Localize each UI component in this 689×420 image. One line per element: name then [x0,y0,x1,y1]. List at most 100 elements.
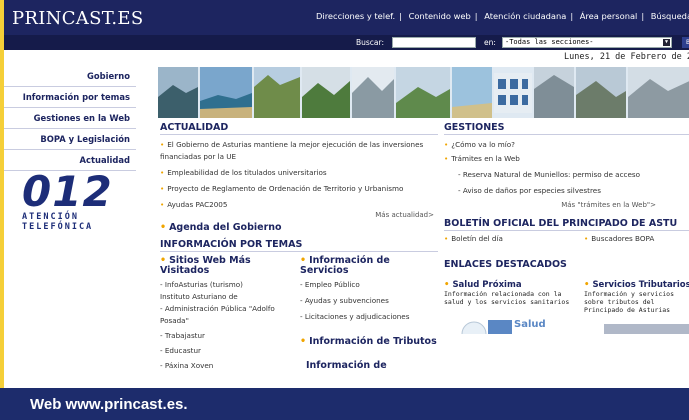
news-list: • El Gobierno de Asturias mantiene la mej… [160,139,438,211]
salud-title[interactable]: • Salud Próxima [444,280,578,290]
more-actualidad-link[interactable]: Más actualidad> [160,211,434,219]
gestion-link[interactable]: • Trámites en la Web [444,153,689,165]
news-text[interactable]: Proyecto de Reglamento de Ordenación de … [167,184,403,193]
salud-title-text[interactable]: Salud Próxima [452,280,521,290]
separator: | [570,11,574,21]
link-busqueda[interactable]: Búsqueda Avanz [651,11,689,21]
nav-item-gobierno[interactable]: Gobierno [4,66,136,87]
servicios-tributarios-block[interactable]: • Servicios Tributarios Información y ser… [584,280,689,314]
separator: | [474,11,478,21]
more-info-title[interactable]: Información de [300,361,438,371]
servicio-link[interactable]: - Empleo Público [300,279,438,291]
servicio-link[interactable]: - Ayudas y subvenciones [300,295,438,307]
nav-item-gestiones[interactable]: Gestiones en la Web [4,108,136,129]
bullet-icon: • [160,184,165,193]
sitio-link[interactable]: Posada" [160,315,300,327]
agenda-link[interactable]: • Agenda del Gobierno [160,222,438,233]
servicios-title[interactable]: • Información de Servicios [300,256,438,276]
search-input[interactable] [392,37,476,48]
bullet-icon: • [444,154,449,163]
salud-logo-icon[interactable] [444,314,689,347]
gestion-text[interactable]: ¿Cómo va lo mío? [451,140,515,149]
more-tramites-link[interactable]: Más "trámites en la Web"> [444,201,656,209]
servicios-column: • Información de Servicios - Empleo Públi… [300,256,438,372]
bopa-link[interactable]: • Buscadores BOPA [584,233,654,245]
gestion-text[interactable]: Trámites en la Web [451,154,520,163]
news-item[interactable]: • El Gobierno de Asturias mantiene la mej… [160,139,438,163]
caption-bar: Web www.princast.es. [0,388,689,420]
sitio-link[interactable]: Instituto Asturiano de [160,291,300,303]
gestiones-title: GESTIONES [444,122,689,135]
bullet-icon: • [160,222,167,233]
enlaces-body: • Salud Próxima Información relacionada c… [444,280,689,314]
info-temas-title: INFORMACIÓN POR TEMAS [160,239,438,252]
bopa-link-text[interactable]: Boletín del día [451,234,503,243]
link-atencion[interactable]: Atención ciudadana [484,11,566,21]
bullet-icon: • [160,200,165,209]
nav-item-bopa[interactable]: BOPA y Legislación [4,129,136,150]
enlaces-title: ENLACES DESTACADOS [444,259,567,270]
salud-logo-text: Salud [514,319,546,330]
servicios-title-text[interactable]: Información de Servicios [300,255,390,276]
section-select-value: -Todas las secciones- [505,38,594,46]
search-button[interactable]: B [682,37,689,48]
tramite-link[interactable]: - Reserva Natural de Muniellos: permiso … [444,169,689,181]
landscape-banner [158,67,689,118]
badge-line2: TELEFÓNICA [22,222,94,232]
info-temas-body: • Sitios Web Más Visitados - InfoAsturias… [160,256,438,372]
link-direcciones[interactable]: Direcciones y telef. [316,11,395,21]
link-contenido[interactable]: Contenido web [409,11,471,21]
bullet-icon: • [444,140,449,149]
salud-block[interactable]: • Salud Próxima Información relacionada c… [444,280,584,314]
sitio-link[interactable]: - Administración Pública "Adolfo [160,303,300,315]
sitio-link[interactable]: - InfoAsturias (turismo) [160,279,300,291]
atencion-telefonica-badge[interactable]: 012 ATENCIÓN TELEFÓNICA [22,171,132,233]
bullet-icon: • [584,280,590,290]
bullet-icon: • [444,280,450,290]
sitio-link[interactable]: - Educastur [160,345,300,357]
agenda-text[interactable]: Agenda del Gobierno [169,222,281,233]
nav-item-info-temas[interactable]: Información por temas [4,87,136,108]
bopa-link[interactable]: • Boletín del día [444,233,584,245]
figure-caption: Web www.princast.es. [30,396,188,413]
browser-page: PRINCAST.ES Direcciones y telef. | Conten… [0,0,689,388]
gestion-link[interactable]: • ¿Cómo va lo mío? [444,139,689,151]
search-bar: Buscar: en: -Todas las secciones- ▼ B [4,35,689,50]
bopa-links: • Boletín del día • Buscadores BOPA [444,233,689,245]
news-item[interactable]: • Empleabilidad de los titulados universi… [160,167,438,179]
bullet-icon: • [584,234,589,243]
sitio-link[interactable]: - Páxina Xoven [160,360,300,372]
bullet-icon: • [300,336,307,347]
bopa-link-text[interactable]: Buscadores BOPA [591,234,654,243]
link-area-personal[interactable]: Área personal [580,11,638,21]
sitios-title[interactable]: • Sitios Web Más Visitados [160,256,300,276]
current-date: Lunes, 21 de Febrero de 200 [564,52,689,62]
left-content-column: ACTUALIDAD • El Gobierno de Asturias mant… [160,122,438,372]
news-text[interactable]: Empleabilidad de los titulados universit… [167,168,326,177]
tramite-link[interactable]: - Aviso de daños por especies silvestres [444,185,689,197]
bullet-icon: • [160,140,165,149]
news-item[interactable]: • Ayudas PAC2005 [160,199,438,211]
servicio-link[interactable]: - Licitaciones y adjudicaciones [300,311,438,323]
enlaces-logos: Salud [444,314,689,347]
actualidad-title: ACTUALIDAD [160,122,438,135]
sitios-column: • Sitios Web Más Visitados - InfoAsturias… [160,256,300,372]
top-links: Direcciones y telef. | Contenido web | Ate… [316,11,689,21]
right-content-column: GESTIONES • ¿Cómo va lo mío? • Trámites en… [444,122,689,347]
sitio-link[interactable]: - Trabajastur [160,330,300,342]
bopa-title: BOLETÍN OFICIAL DEL PRINCIPADO DE ASTU [444,218,689,231]
tributos-title-text[interactable]: Información de Tributos [309,336,437,347]
serv-trib-title[interactable]: • Servicios Tributarios [584,280,689,290]
news-item[interactable]: • Proyecto de Reglamento de Ordenación de… [160,183,438,195]
news-text[interactable]: El Gobierno de Asturias mantiene la mejo… [160,140,423,161]
news-text[interactable]: Ayudas PAC2005 [167,200,227,209]
sitios-title-text[interactable]: Sitios Web Más Visitados [160,255,251,276]
separator: | [641,11,645,21]
serv-trib-desc: Información y servicios sobre tributos d… [584,290,675,314]
serv-trib-title-text[interactable]: Servicios Tributarios [592,280,689,290]
chevron-down-icon[interactable]: ▼ [663,39,670,46]
site-logo[interactable]: PRINCAST.ES [12,8,143,29]
bullet-icon: • [444,234,449,243]
section-select[interactable]: -Todas las secciones- ▼ [502,37,672,48]
tributos-title[interactable]: • Información de Tributos [300,337,438,347]
